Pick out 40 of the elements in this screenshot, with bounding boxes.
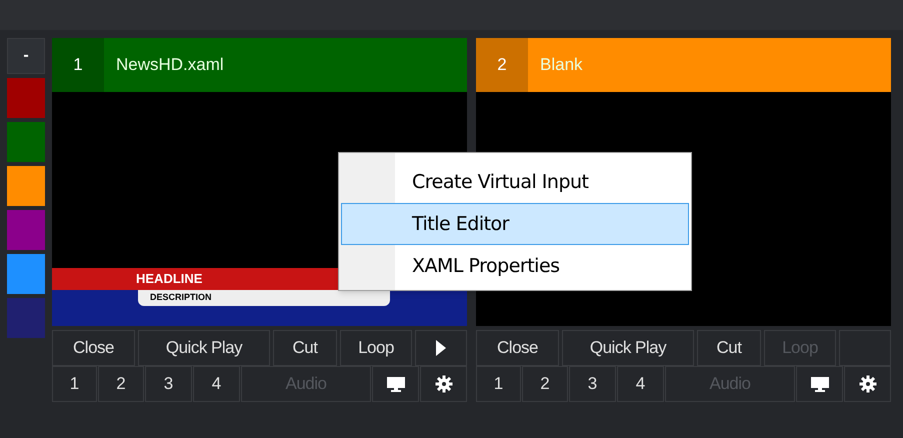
monitor-button[interactable]: [372, 366, 419, 402]
overlay-button[interactable]: 1: [52, 366, 97, 402]
monitor-button[interactable]: [796, 366, 843, 402]
color-swatch[interactable]: [7, 254, 45, 294]
menu-item[interactable]: Create Virtual Input: [341, 161, 689, 203]
monitor-icon: [386, 376, 406, 392]
control-button[interactable]: Cut: [697, 330, 761, 366]
control-button[interactable]: Close: [52, 330, 135, 366]
overlay-button[interactable]: 2: [98, 366, 144, 402]
input-title: Blank: [540, 54, 583, 76]
control-button[interactable]: Cut: [273, 330, 337, 366]
overlay-button[interactable]: 2: [522, 366, 568, 402]
overlay-button[interactable]: 3: [569, 366, 616, 402]
collapse-button[interactable]: -: [7, 38, 45, 74]
settings-button[interactable]: [420, 366, 467, 402]
input-number: 2: [476, 38, 528, 92]
control-button[interactable]: Quick Play: [138, 330, 270, 366]
color-swatch[interactable]: [7, 78, 45, 118]
monitor-icon: [810, 376, 830, 392]
menu-item[interactable]: Title Editor: [341, 203, 689, 245]
color-swatch[interactable]: [7, 210, 45, 250]
overlay-button[interactable]: 4: [617, 366, 664, 402]
color-swatch[interactable]: [7, 166, 45, 206]
overlay-button[interactable]: 4: [193, 366, 240, 402]
settings-icon: [858, 375, 876, 393]
settings-button[interactable]: [844, 366, 891, 402]
control-button[interactable]: Loop: [340, 330, 412, 366]
menu-item[interactable]: XAML Properties: [341, 245, 689, 287]
headline-text: HEADLINE: [136, 270, 202, 288]
color-swatch[interactable]: [7, 298, 45, 338]
play-icon: [435, 339, 447, 357]
color-swatch[interactable]: [7, 122, 45, 162]
control-button[interactable]: Quick Play: [562, 330, 694, 366]
overlay-button[interactable]: 3: [145, 366, 192, 402]
description-text: DESCRIPTION: [150, 291, 212, 304]
settings-icon: [434, 375, 452, 393]
input-title: NewsHD.xaml: [116, 54, 224, 76]
input-number: 1: [52, 38, 104, 92]
control-button[interactable]: Close: [476, 330, 559, 366]
overlay-button[interactable]: 1: [476, 366, 521, 402]
